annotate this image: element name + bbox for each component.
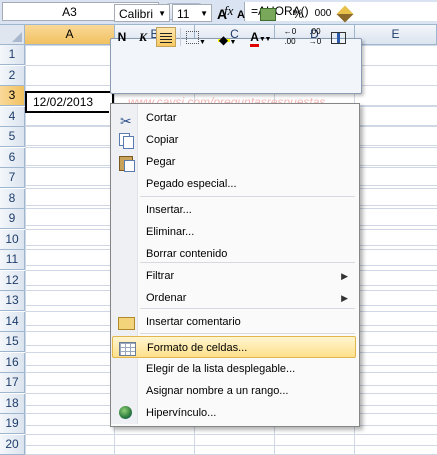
row-header-14[interactable]: 14 — [0, 311, 25, 332]
decrease-decimal-button[interactable]: .00 →0 — [303, 27, 327, 47]
menu-item-label: Filtrar — [146, 270, 175, 282]
menu-item-label: Pegado especial... — [146, 178, 237, 190]
increase-decimal-button[interactable]: ←0 .00 — [278, 27, 302, 47]
font-color-button[interactable]: A▼ — [246, 27, 270, 47]
font-size-select[interactable]: 11 ▼ — [172, 4, 212, 22]
bold-button[interactable]: N — [114, 27, 130, 47]
menu-item-insertar-comentario[interactable]: Insertar comentario — [112, 311, 356, 333]
accounting-format-button[interactable]: ▼ — [257, 4, 279, 43]
chevron-down-icon: ▼ — [200, 9, 208, 18]
menu-item-label: Cortar — [146, 112, 177, 124]
row-header-13[interactable]: 13 — [0, 291, 25, 311]
row-header-20[interactable]: 20 — [0, 434, 25, 455]
menu-separator — [140, 196, 355, 197]
menu-item-label: Copiar — [146, 134, 179, 146]
chevron-down-icon: ▼ — [199, 39, 206, 46]
row-header-15[interactable]: 15 — [0, 332, 25, 352]
menu-item-label: Insertar... — [146, 204, 192, 216]
format-cells-icon — [119, 340, 136, 356]
row-header-2[interactable]: 2 — [0, 65, 25, 86]
submenu-arrow-icon: ▶ — [341, 271, 348, 281]
row-header-17[interactable]: 17 — [0, 373, 25, 393]
select-all-button[interactable] — [0, 25, 25, 45]
menu-item-label: Insertar comentario — [146, 316, 241, 328]
menu-item-eliminar[interactable]: Eliminar... — [112, 221, 356, 243]
menu-item-formato-de-celdas[interactable]: Formato de celdas... — [112, 336, 356, 358]
menu-item-insertar[interactable]: Insertar... — [112, 199, 356, 221]
row-header-1[interactable]: 1 — [0, 45, 25, 65]
row-header-10[interactable]: 10 — [0, 229, 25, 250]
menu-item-pegar[interactable]: Pegar — [112, 151, 356, 173]
menu-item-label: Elegir de la lista desplegable... — [146, 363, 296, 375]
row-header-6[interactable]: 6 — [0, 147, 25, 168]
chevron-down-icon: ▼ — [258, 36, 266, 43]
copy-icon — [118, 132, 134, 149]
row-header-16[interactable]: 16 — [0, 352, 25, 373]
menu-item-label: Pegar — [146, 156, 176, 168]
font-color-letter: A — [250, 31, 259, 47]
format-painter-button[interactable] — [336, 4, 354, 24]
menu-separator — [140, 262, 355, 263]
row-header-5[interactable]: 5 — [0, 127, 25, 147]
row-header-7[interactable]: 7 — [0, 168, 25, 188]
menu-item-filtrar[interactable]: Filtrar ▶ — [112, 265, 356, 287]
menu-separator — [140, 333, 355, 334]
row-header-19[interactable]: 19 — [0, 414, 25, 434]
font-name-select[interactable]: Calibri ▼ — [114, 4, 170, 22]
column-header-e[interactable]: E — [355, 25, 437, 45]
grow-font-button[interactable]: A — [214, 4, 230, 24]
row-header-3[interactable]: 3 — [0, 86, 25, 106]
menu-item-label: Formato de celdas... — [147, 342, 248, 354]
shrink-font-button[interactable]: A — [234, 5, 248, 25]
menu-item-hipervinculo[interactable]: Hipervínculo... — [112, 402, 356, 424]
menu-item-elegir-de-la-lista-desplegable[interactable]: Elegir de la lista desplegable... — [112, 358, 356, 380]
font-name-value: Calibri — [119, 7, 154, 21]
submenu-arrow-icon: ▶ — [341, 293, 348, 303]
menu-item-ordenar[interactable]: Ordenar ▶ — [112, 287, 356, 309]
scissors-icon: ✂ — [120, 113, 132, 129]
row-header-18[interactable]: 18 — [0, 393, 25, 414]
merge-cells-icon — [330, 32, 346, 44]
menu-item-label: Eliminar... — [146, 226, 195, 238]
row-header-8[interactable]: 8 — [0, 188, 25, 209]
toolbar-separator — [180, 28, 181, 46]
italic-button[interactable]: K — [135, 27, 151, 47]
menu-item-copiar[interactable]: Copiar — [112, 129, 356, 151]
align-center-icon — [160, 33, 172, 43]
menu-item-asignar-nombre-a-un-rango[interactable]: Asignar nombre a un rango... — [112, 380, 356, 402]
percent-button[interactable]: % — [290, 4, 306, 24]
menu-item-label: Hipervínculo... — [146, 407, 217, 419]
row-header-12[interactable]: 12 — [0, 270, 25, 291]
borders-icon — [186, 31, 200, 44]
row-header-4[interactable]: 4 — [0, 106, 25, 127]
cell-value: 12/02/2013 — [33, 95, 94, 109]
chevron-down-icon: ▼ — [158, 9, 166, 18]
merge-center-button[interactable] — [328, 27, 348, 47]
active-cell[interactable]: 12/02/2013 — [25, 91, 116, 115]
menu-item-label: Ordenar — [146, 292, 187, 304]
chevron-down-icon: ▼ — [229, 39, 237, 46]
hyperlink-icon — [118, 405, 134, 421]
brush-icon — [336, 5, 354, 23]
comment-icon — [118, 314, 135, 330]
menu-separator — [140, 308, 355, 309]
font-size-value: 11 — [177, 7, 190, 21]
currency-icon — [260, 8, 276, 21]
menu-item-label: Asignar nombre a un rango... — [146, 385, 289, 397]
paint-bucket-icon: ◆ — [217, 30, 230, 47]
row-header-11[interactable]: 11 — [0, 250, 25, 270]
menu-item-pegado-especial[interactable]: Pegado especial... — [112, 173, 356, 195]
column-header-a[interactable]: A — [25, 25, 115, 45]
row-header-9[interactable]: 9 — [0, 209, 25, 229]
borders-button[interactable]: ▼ — [184, 27, 208, 47]
thousands-separator-button[interactable]: 000 — [312, 4, 334, 24]
paste-icon — [118, 154, 135, 172]
menu-item-cortar[interactable]: ✂ Cortar — [112, 107, 356, 129]
fill-color-button[interactable]: ◆▼ — [214, 27, 240, 47]
align-center-button[interactable] — [156, 27, 176, 47]
